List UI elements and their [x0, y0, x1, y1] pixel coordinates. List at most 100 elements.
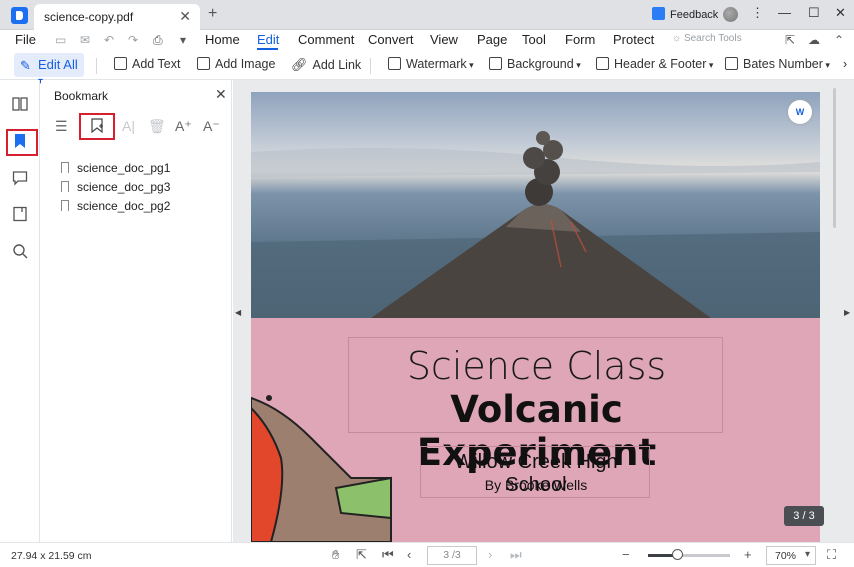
close-panel-icon[interactable]: ✕	[215, 86, 227, 103]
zoom-slider[interactable]	[648, 549, 730, 560]
delete-bookmark-icon[interactable]: 🗑︎	[148, 118, 166, 135]
close-window-icon[interactable]: ✕	[835, 5, 846, 21]
byline-textbox[interactable]: Willow Creek High School By Brooke Wells	[420, 446, 650, 498]
menu-edit[interactable]: Edit	[257, 32, 279, 47]
avatar[interactable]	[723, 7, 738, 22]
mail-icon[interactable]: ✉	[80, 33, 90, 47]
redo-icon[interactable]: ↷	[128, 33, 138, 47]
bookmark-label: science_doc_pg2	[77, 199, 171, 213]
bookmark-item[interactable]: science_doc_pg3	[61, 180, 170, 194]
left-rail	[0, 80, 40, 542]
collapse-ribbon-icon[interactable]: ⌃	[834, 33, 844, 47]
thumbnails-icon[interactable]	[12, 96, 28, 112]
first-page-icon[interactable]: ⏮︎	[382, 547, 394, 563]
previous-page-icon[interactable]: ‹	[407, 547, 411, 562]
comment-icon[interactable]	[12, 170, 28, 186]
bookmark-item[interactable]: science_doc_pg2	[61, 199, 170, 213]
search-tools-input[interactable]: ☼ Search Tools	[672, 33, 742, 44]
watermark-button[interactable]: Watermark ▾	[388, 57, 474, 71]
attachment-icon[interactable]	[12, 206, 28, 222]
search-tools-label: Search Tools	[683, 33, 742, 44]
zoom-out-icon[interactable]: −	[622, 547, 630, 562]
edit-pen-icon: ✎	[20, 58, 31, 73]
bookmark-icon	[61, 181, 69, 192]
rename-bookmark-icon[interactable]: A|	[122, 118, 135, 134]
author-name: By Brooke Wells	[484, 477, 588, 493]
add-text-button[interactable]: Add Text	[114, 57, 180, 71]
save-icon[interactable]: ▭	[55, 33, 66, 47]
add-image-button[interactable]: Add Image	[197, 57, 275, 71]
edit-all-button[interactable]: ✎Edit All ▾	[14, 53, 84, 87]
document-tab[interactable]: science-copy.pdf ✕	[34, 4, 200, 30]
new-tab-icon[interactable]: +	[208, 5, 217, 23]
more-options-icon[interactable]: ⋮	[751, 5, 764, 21]
print-icon[interactable]: ⎙	[153, 33, 163, 48]
undo-icon[interactable]: ↶	[104, 33, 114, 47]
title-bar: science-copy.pdf ✕ + Feedback ⋮ — ☐ ✕	[0, 0, 854, 30]
menu-tool[interactable]: Tool	[522, 32, 546, 47]
header-footer-button[interactable]: Header & Footer ▾	[596, 57, 713, 71]
add-link-button[interactable]: 🔗︎ Add Link	[291, 57, 361, 73]
tab-close-icon[interactable]: ✕	[179, 8, 191, 25]
bates-number-icon	[725, 57, 738, 70]
add-bookmark-highlight	[79, 113, 115, 140]
add-image-label: Add Image	[215, 57, 276, 71]
bookmark-item[interactable]: science_doc_pg1	[61, 161, 170, 175]
last-page-icon[interactable]: ⏭︎	[510, 547, 522, 563]
menu-page[interactable]: Page	[477, 32, 507, 47]
zoom-slider-handle[interactable]	[672, 549, 683, 560]
bates-number-button[interactable]: Bates Number ▾	[725, 57, 830, 71]
title-slide-background: Science Class Volcanic Experiment Willow…	[251, 318, 820, 542]
link-icon: 🔗︎	[291, 57, 308, 72]
image-icon	[197, 57, 210, 70]
menu-file[interactable]: File	[15, 32, 36, 47]
bookmark-label: science_doc_pg3	[77, 180, 171, 194]
edit-all-label: Edit All	[38, 57, 78, 72]
zoom-in-icon[interactable]: +	[744, 547, 752, 562]
collapse-right-panel-icon[interactable]: ▶	[844, 308, 850, 317]
convert-to-word-icon[interactable]: W	[788, 100, 812, 124]
collapse-left-panel-icon[interactable]: ◀	[235, 308, 241, 317]
menu-form[interactable]: Form	[565, 32, 595, 47]
hand-tool-icon[interactable]: ✋︎	[332, 547, 339, 563]
menu-protect[interactable]: Protect	[613, 32, 654, 47]
background-button[interactable]: Background ▾	[489, 57, 581, 71]
menu-view[interactable]: View	[430, 32, 458, 47]
bookmark-label: science_doc_pg1	[77, 161, 171, 175]
vertical-scrollbar[interactable]	[833, 88, 836, 228]
page-number-input[interactable]: 3 /3	[427, 546, 477, 565]
volcano-illustration	[251, 131, 820, 318]
next-page-icon[interactable]: ›	[488, 547, 492, 562]
watermark-icon	[388, 57, 401, 70]
menu-comment[interactable]: Comment	[298, 32, 354, 47]
tab-title: science-copy.pdf	[44, 10, 134, 24]
edit-toolbar: ✎Edit All ▾ Add Text Add Image 🔗︎Add Lin…	[0, 50, 854, 87]
minimize-icon[interactable]: —	[778, 5, 791, 20]
select-tool-icon[interactable]: ⇱	[356, 547, 367, 563]
menu-convert[interactable]: Convert	[368, 32, 414, 47]
toolbar-scroll-right-icon[interactable]: ›	[843, 57, 847, 71]
add-text-label: Add Text	[132, 57, 181, 71]
menu-bar: File ▭ ✉ ↶ ↷ ⎙ ▾ Home Edit Comment Conve…	[0, 30, 854, 50]
cloud-upload-icon[interactable]: ☁	[808, 33, 820, 47]
page-dimensions: 27.94 x 21.59 cm	[11, 550, 92, 562]
slide-title: Science Class	[406, 344, 667, 388]
decrease-font-icon[interactable]: A⁻	[203, 118, 220, 135]
search-icon[interactable]	[12, 243, 28, 259]
bates-number-label: Bates Number	[743, 57, 823, 71]
header-footer-icon	[596, 57, 609, 70]
feedback-button[interactable]: Feedback	[652, 7, 718, 21]
document-viewport[interactable]: ◀ ▶ Science Class Volcanic Experiment Wi…	[233, 80, 854, 542]
fit-page-icon[interactable]: ⛶	[827, 547, 836, 563]
menu-home[interactable]: Home	[205, 32, 240, 47]
share-icon[interactable]: ⇱	[785, 33, 795, 47]
status-bar: 27.94 x 21.59 cm ✋︎ ⇱ ⏮︎ ‹ 3 /3 › ⏭︎ − +…	[0, 542, 854, 567]
title-textbox[interactable]: Science Class Volcanic Experiment	[348, 337, 723, 474]
bookmark-options-icon[interactable]: ☰	[55, 118, 68, 135]
toolbar-divider	[96, 58, 97, 74]
text-box-icon	[114, 57, 127, 70]
zoom-level-select[interactable]: 70%	[766, 546, 816, 565]
quick-access-dropdown-icon[interactable]: ▾	[180, 33, 186, 47]
increase-font-icon[interactable]: A⁺	[175, 118, 192, 135]
maximize-icon[interactable]: ☐	[808, 5, 820, 21]
